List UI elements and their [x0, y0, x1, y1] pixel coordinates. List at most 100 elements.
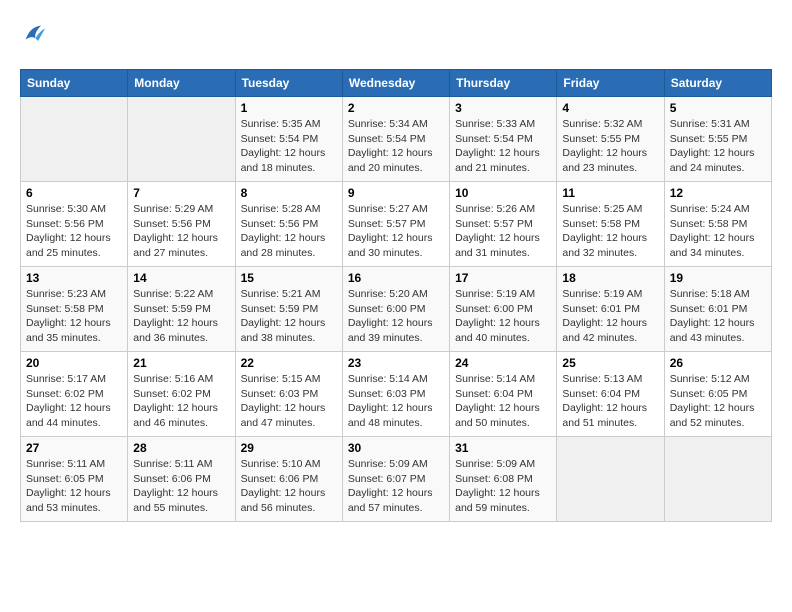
- sunset: Sunset: 5:59 PM: [241, 302, 337, 317]
- calendar-cell: 1 Sunrise: 5:35 AM Sunset: 5:54 PM Dayli…: [235, 97, 342, 182]
- day-number: 19: [670, 271, 766, 285]
- sunrise: Sunrise: 5:35 AM: [241, 117, 337, 132]
- calendar-cell: 12 Sunrise: 5:24 AM Sunset: 5:58 PM Dayl…: [664, 182, 771, 267]
- cell-info: Sunrise: 5:18 AM Sunset: 6:01 PM Dayligh…: [670, 287, 766, 346]
- day-number: 31: [455, 441, 551, 455]
- calendar-cell: 22 Sunrise: 5:15 AM Sunset: 6:03 PM Dayl…: [235, 352, 342, 437]
- sunset: Sunset: 5:57 PM: [348, 217, 444, 232]
- cell-info: Sunrise: 5:11 AM Sunset: 6:06 PM Dayligh…: [133, 457, 229, 516]
- cell-info: Sunrise: 5:30 AM Sunset: 5:56 PM Dayligh…: [26, 202, 122, 261]
- sunset: Sunset: 5:57 PM: [455, 217, 551, 232]
- calendar-table: SundayMondayTuesdayWednesdayThursdayFrid…: [20, 69, 772, 522]
- sunrise: Sunrise: 5:15 AM: [241, 372, 337, 387]
- sunset: Sunset: 5:55 PM: [670, 132, 766, 147]
- sunset: Sunset: 5:55 PM: [562, 132, 658, 147]
- calendar-cell: 4 Sunrise: 5:32 AM Sunset: 5:55 PM Dayli…: [557, 97, 664, 182]
- sunset: Sunset: 6:02 PM: [26, 387, 122, 402]
- sunset: Sunset: 5:54 PM: [348, 132, 444, 147]
- calendar-cell: 21 Sunrise: 5:16 AM Sunset: 6:02 PM Dayl…: [128, 352, 235, 437]
- calendar-cell: 11 Sunrise: 5:25 AM Sunset: 5:58 PM Dayl…: [557, 182, 664, 267]
- cell-info: Sunrise: 5:24 AM Sunset: 5:58 PM Dayligh…: [670, 202, 766, 261]
- day-number: 8: [241, 186, 337, 200]
- daylight: Daylight: 12 hours and 31 minutes.: [455, 231, 551, 260]
- daylight: Daylight: 12 hours and 25 minutes.: [26, 231, 122, 260]
- sunset: Sunset: 6:02 PM: [133, 387, 229, 402]
- sunset: Sunset: 6:03 PM: [241, 387, 337, 402]
- calendar-cell: 14 Sunrise: 5:22 AM Sunset: 5:59 PM Dayl…: [128, 267, 235, 352]
- day-number: 7: [133, 186, 229, 200]
- day-header-monday: Monday: [128, 70, 235, 97]
- cell-info: Sunrise: 5:23 AM Sunset: 5:58 PM Dayligh…: [26, 287, 122, 346]
- sunset: Sunset: 6:06 PM: [133, 472, 229, 487]
- calendar-cell: [128, 97, 235, 182]
- cell-info: Sunrise: 5:09 AM Sunset: 6:07 PM Dayligh…: [348, 457, 444, 516]
- sunset: Sunset: 5:58 PM: [562, 217, 658, 232]
- calendar-cell: 18 Sunrise: 5:19 AM Sunset: 6:01 PM Dayl…: [557, 267, 664, 352]
- calendar-cell: 8 Sunrise: 5:28 AM Sunset: 5:56 PM Dayli…: [235, 182, 342, 267]
- calendar-cell: 2 Sunrise: 5:34 AM Sunset: 5:54 PM Dayli…: [342, 97, 449, 182]
- calendar-cell: 19 Sunrise: 5:18 AM Sunset: 6:01 PM Dayl…: [664, 267, 771, 352]
- day-number: 27: [26, 441, 122, 455]
- sunset: Sunset: 6:01 PM: [670, 302, 766, 317]
- day-number: 6: [26, 186, 122, 200]
- daylight: Daylight: 12 hours and 27 minutes.: [133, 231, 229, 260]
- calendar-cell: 15 Sunrise: 5:21 AM Sunset: 5:59 PM Dayl…: [235, 267, 342, 352]
- daylight: Daylight: 12 hours and 56 minutes.: [241, 486, 337, 515]
- cell-info: Sunrise: 5:19 AM Sunset: 6:00 PM Dayligh…: [455, 287, 551, 346]
- sunrise: Sunrise: 5:12 AM: [670, 372, 766, 387]
- day-number: 3: [455, 101, 551, 115]
- day-number: 30: [348, 441, 444, 455]
- calendar-cell: [557, 437, 664, 522]
- sunrise: Sunrise: 5:10 AM: [241, 457, 337, 472]
- cell-info: Sunrise: 5:21 AM Sunset: 5:59 PM Dayligh…: [241, 287, 337, 346]
- daylight: Daylight: 12 hours and 43 minutes.: [670, 316, 766, 345]
- cell-info: Sunrise: 5:28 AM Sunset: 5:56 PM Dayligh…: [241, 202, 337, 261]
- cell-info: Sunrise: 5:20 AM Sunset: 6:00 PM Dayligh…: [348, 287, 444, 346]
- daylight: Daylight: 12 hours and 34 minutes.: [670, 231, 766, 260]
- daylight: Daylight: 12 hours and 35 minutes.: [26, 316, 122, 345]
- sunrise: Sunrise: 5:19 AM: [562, 287, 658, 302]
- daylight: Daylight: 12 hours and 57 minutes.: [348, 486, 444, 515]
- sunrise: Sunrise: 5:21 AM: [241, 287, 337, 302]
- daylight: Daylight: 12 hours and 44 minutes.: [26, 401, 122, 430]
- sunset: Sunset: 5:59 PM: [133, 302, 229, 317]
- calendar-cell: 7 Sunrise: 5:29 AM Sunset: 5:56 PM Dayli…: [128, 182, 235, 267]
- day-number: 24: [455, 356, 551, 370]
- day-number: 21: [133, 356, 229, 370]
- day-number: 2: [348, 101, 444, 115]
- calendar-cell: 23 Sunrise: 5:14 AM Sunset: 6:03 PM Dayl…: [342, 352, 449, 437]
- calendar-cell: 3 Sunrise: 5:33 AM Sunset: 5:54 PM Dayli…: [450, 97, 557, 182]
- daylight: Daylight: 12 hours and 59 minutes.: [455, 486, 551, 515]
- sunrise: Sunrise: 5:14 AM: [455, 372, 551, 387]
- day-number: 9: [348, 186, 444, 200]
- daylight: Daylight: 12 hours and 28 minutes.: [241, 231, 337, 260]
- sunrise: Sunrise: 5:33 AM: [455, 117, 551, 132]
- day-number: 15: [241, 271, 337, 285]
- day-number: 28: [133, 441, 229, 455]
- daylight: Daylight: 12 hours and 39 minutes.: [348, 316, 444, 345]
- day-number: 13: [26, 271, 122, 285]
- sunset: Sunset: 6:03 PM: [348, 387, 444, 402]
- sunrise: Sunrise: 5:20 AM: [348, 287, 444, 302]
- sunrise: Sunrise: 5:09 AM: [348, 457, 444, 472]
- day-header-sunday: Sunday: [21, 70, 128, 97]
- cell-info: Sunrise: 5:35 AM Sunset: 5:54 PM Dayligh…: [241, 117, 337, 176]
- calendar-cell: [21, 97, 128, 182]
- cell-info: Sunrise: 5:32 AM Sunset: 5:55 PM Dayligh…: [562, 117, 658, 176]
- daylight: Daylight: 12 hours and 24 minutes.: [670, 146, 766, 175]
- day-header-wednesday: Wednesday: [342, 70, 449, 97]
- cell-info: Sunrise: 5:16 AM Sunset: 6:02 PM Dayligh…: [133, 372, 229, 431]
- sunset: Sunset: 6:05 PM: [670, 387, 766, 402]
- sunset: Sunset: 6:00 PM: [348, 302, 444, 317]
- calendar-cell: 25 Sunrise: 5:13 AM Sunset: 6:04 PM Dayl…: [557, 352, 664, 437]
- daylight: Daylight: 12 hours and 38 minutes.: [241, 316, 337, 345]
- sunrise: Sunrise: 5:30 AM: [26, 202, 122, 217]
- sunset: Sunset: 6:08 PM: [455, 472, 551, 487]
- cell-info: Sunrise: 5:27 AM Sunset: 5:57 PM Dayligh…: [348, 202, 444, 261]
- logo: [20, 20, 52, 53]
- day-number: 5: [670, 101, 766, 115]
- cell-info: Sunrise: 5:11 AM Sunset: 6:05 PM Dayligh…: [26, 457, 122, 516]
- sunrise: Sunrise: 5:26 AM: [455, 202, 551, 217]
- sunset: Sunset: 6:01 PM: [562, 302, 658, 317]
- sunset: Sunset: 6:07 PM: [348, 472, 444, 487]
